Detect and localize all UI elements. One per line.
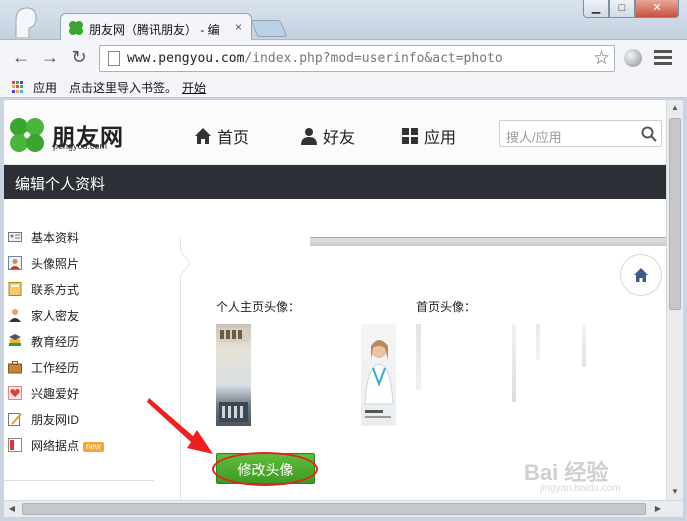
browser-titlebar: 朋友网（腾讯朋友） - 编 × ▁ □ ✕ bbox=[0, 0, 687, 41]
url-text[interactable]: www.pengyou.com/index.php?mod=userinfo&a… bbox=[127, 51, 503, 66]
url-host: www.pengyou.com bbox=[127, 51, 245, 66]
sidebar-item-avatar-photo[interactable]: 头像照片 bbox=[4, 250, 180, 276]
content-tab-strip bbox=[310, 237, 666, 246]
grid-icon bbox=[402, 128, 418, 144]
home-avatar-label: 首页头像： bbox=[416, 300, 477, 314]
sidebar-label: 头像照片 bbox=[31, 257, 80, 271]
sidebar-label: 朋友网ID bbox=[31, 413, 80, 427]
window-frame-bottom bbox=[0, 517, 687, 521]
address-book-icon bbox=[8, 282, 22, 296]
bookmark-icon bbox=[8, 438, 22, 452]
back-button[interactable]: ← bbox=[9, 47, 33, 69]
scroll-up-icon[interactable]: ▲ bbox=[667, 100, 683, 116]
nav-home[interactable]: 首页 bbox=[194, 124, 249, 148]
browser-menu-icon[interactable] bbox=[654, 50, 672, 68]
page-viewport: 朋友网 pengyou.com 首页 好友 应用 搜人/应用 编辑个人资料 基本… bbox=[4, 100, 666, 500]
sidebar-item-contact[interactable]: 联系方式 bbox=[4, 276, 180, 302]
sidebar-label: 基本资料 bbox=[31, 231, 80, 245]
nav-friends-label: 好友 bbox=[323, 130, 356, 147]
apps-grid-icon[interactable] bbox=[12, 81, 24, 93]
briefcase-icon bbox=[8, 361, 22, 374]
reload-button[interactable]: ↻ bbox=[67, 47, 91, 69]
vertical-scroll-thumb[interactable] bbox=[669, 118, 681, 310]
sidebar-label: 工作经历 bbox=[31, 361, 80, 375]
search-placeholder: 搜人/应用 bbox=[506, 130, 562, 145]
maximize-button[interactable]: □ bbox=[609, 0, 635, 18]
home-avatar-thin-image bbox=[416, 324, 421, 390]
home-icon bbox=[195, 128, 211, 144]
logo-domain: pengyou.com bbox=[53, 141, 108, 151]
bookmark-apps[interactable]: 应用 bbox=[33, 79, 57, 96]
annotation-arrow-icon bbox=[147, 398, 213, 454]
address-bar[interactable]: www.pengyou.com/index.php?mod=userinfo&a… bbox=[99, 45, 615, 72]
home-avatar-strip-image bbox=[582, 324, 586, 367]
family-icon bbox=[9, 309, 21, 322]
person-icon bbox=[301, 128, 317, 145]
sidebar-label: 网络据点 new bbox=[31, 437, 104, 454]
clover-logo-icon[interactable] bbox=[7, 116, 47, 156]
forward-button[interactable]: → bbox=[38, 47, 62, 69]
baidu-watermark-url: jingyan.baidu.com bbox=[540, 483, 621, 494]
sidebar-border bbox=[180, 238, 181, 500]
globe-extension-icon[interactable] bbox=[624, 49, 642, 67]
scroll-down-icon[interactable]: ▼ bbox=[667, 484, 683, 500]
url-path: /index.php?mod=userinfo&act=photo bbox=[244, 51, 503, 66]
site-search-input[interactable]: 搜人/应用 bbox=[499, 120, 662, 147]
tab-pengyou[interactable]: 朋友网（腾讯朋友） - 编 × bbox=[60, 13, 252, 41]
search-icon[interactable] bbox=[641, 126, 657, 142]
horizontal-scrollbar[interactable]: ◀ ▶ bbox=[4, 500, 683, 517]
new-tab-button[interactable] bbox=[250, 20, 288, 37]
nav-apps[interactable]: 应用 bbox=[401, 124, 456, 148]
page-title-bar: 编辑个人资料 bbox=[4, 165, 666, 199]
tab-close-icon[interactable]: × bbox=[235, 20, 242, 34]
bookmark-import[interactable]: 点击这里导入书签。 bbox=[69, 79, 177, 96]
page-title: 编辑个人资料 bbox=[15, 176, 106, 193]
horizontal-scroll-thumb[interactable] bbox=[22, 503, 646, 515]
graduation-icon bbox=[9, 334, 21, 346]
active-pointer-icon bbox=[180, 250, 190, 276]
nav-home-label: 首页 bbox=[217, 130, 250, 147]
sidebar-item-work[interactable]: 工作经历 bbox=[4, 354, 180, 380]
new-badge: new bbox=[83, 441, 104, 452]
bookmark-star-icon[interactable]: ☆ bbox=[593, 47, 610, 70]
page-icon bbox=[108, 51, 120, 66]
home-avatar-strip-image bbox=[512, 324, 516, 402]
nav-friends[interactable]: 好友 bbox=[300, 124, 355, 148]
back-home-button[interactable] bbox=[620, 254, 662, 296]
close-window-button[interactable]: ✕ bbox=[635, 0, 679, 18]
minimize-button[interactable]: ▁ bbox=[583, 0, 609, 18]
portrait-icon bbox=[8, 256, 22, 270]
bookmarks-bar: 应用 点击这里导入书签。 开始 bbox=[0, 76, 687, 98]
profile-avatar-large-image bbox=[361, 324, 396, 426]
sidebar-divider bbox=[4, 480, 154, 481]
sidebar-item-family[interactable]: 家人密友 bbox=[4, 302, 180, 328]
sidebar-label-text: 网络据点 bbox=[31, 439, 80, 453]
nav-apps-label: 应用 bbox=[424, 130, 457, 147]
clover-favicon-icon bbox=[69, 21, 83, 35]
bookmark-start[interactable]: 开始 bbox=[182, 79, 206, 96]
sidebar-label: 兴趣爱好 bbox=[31, 387, 80, 401]
home-avatar-strip-image bbox=[536, 324, 540, 360]
id-card-icon bbox=[8, 232, 22, 242]
sidebar-label: 教育经历 bbox=[31, 335, 80, 349]
window-controls: ▁ □ ✕ bbox=[583, 0, 679, 20]
id-pen-icon bbox=[8, 413, 22, 426]
heart-icon bbox=[8, 386, 22, 400]
annotation-ellipse bbox=[212, 452, 318, 486]
profile-avatar-icon[interactable] bbox=[10, 6, 40, 38]
profile-avatar-label: 个人主页头像： bbox=[216, 300, 301, 314]
sidebar-label: 家人密友 bbox=[31, 309, 80, 323]
profile-avatar-small-image bbox=[216, 324, 251, 426]
home-icon bbox=[634, 268, 648, 282]
sidebar-label: 联系方式 bbox=[31, 283, 80, 297]
browser-toolbar: ← → ↻ www.pengyou.com/index.php?mod=user… bbox=[0, 40, 687, 76]
scroll-right-icon[interactable]: ▶ bbox=[650, 501, 666, 517]
sidebar-item-education[interactable]: 教育经历 bbox=[4, 328, 180, 354]
scroll-left-icon[interactable]: ◀ bbox=[4, 501, 20, 517]
sidebar-item-basic-info[interactable]: 基本资料 bbox=[4, 224, 180, 250]
site-header: 朋友网 pengyou.com 首页 好友 应用 搜人/应用 bbox=[4, 100, 666, 165]
tab-title: 朋友网（腾讯朋友） - 编 bbox=[89, 23, 220, 37]
vertical-scrollbar[interactable]: ▲ ▼ bbox=[666, 100, 683, 500]
